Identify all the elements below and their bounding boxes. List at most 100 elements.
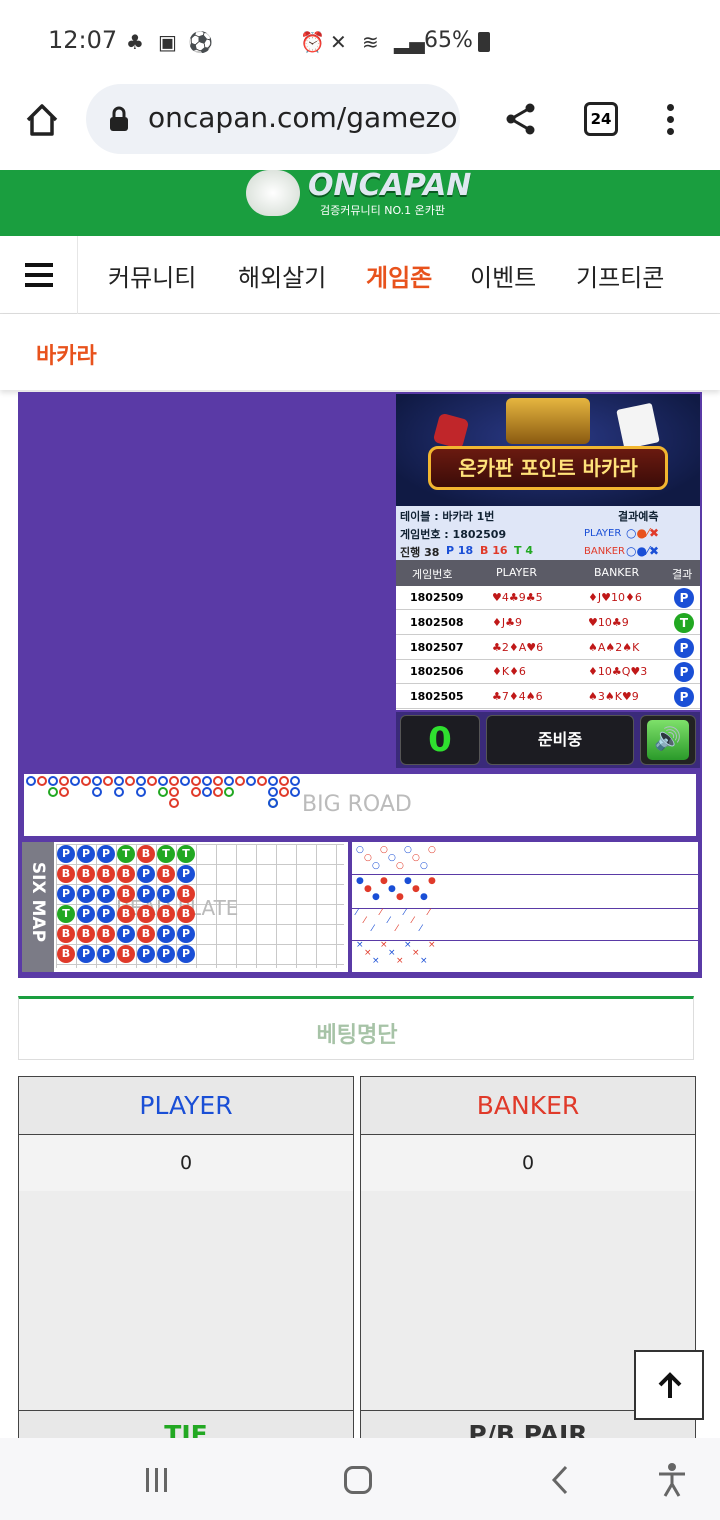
- derived-road-mark: ×: [372, 956, 380, 966]
- player-count: P 18: [446, 544, 474, 557]
- big-road-mark: [268, 776, 278, 786]
- accessibility-icon[interactable]: [656, 1462, 688, 1498]
- bead-mark: B: [157, 865, 175, 883]
- derived-road-mark: ○: [364, 853, 372, 863]
- history-banker-cards: ♦J♥10♦6: [588, 591, 642, 604]
- history-result-badge: P: [674, 588, 694, 608]
- big-road-mark: [103, 776, 113, 786]
- more-menu-icon[interactable]: [660, 102, 680, 138]
- nav-item-community[interactable]: 커뮤니티: [108, 258, 196, 293]
- logo-cards-icon: [246, 170, 300, 216]
- bead-mark: B: [117, 945, 135, 963]
- bead-mark: T: [57, 905, 75, 923]
- home-nav-icon[interactable]: [344, 1466, 372, 1494]
- url-field[interactable]: oncapan.com/gamezo: [86, 84, 460, 154]
- hamburger-menu-button[interactable]: [0, 236, 78, 314]
- soccer-icon: ⚽: [188, 30, 213, 54]
- logo-text: ONCAPAN: [308, 168, 472, 203]
- android-nav-bar: [0, 1438, 720, 1520]
- history-banker-cards: ♠3♠K♥9: [588, 690, 639, 704]
- nav-item-gamezone[interactable]: 게임존: [366, 258, 432, 293]
- derived-road-mark: ○: [412, 853, 420, 863]
- arrow-up-icon: [658, 1372, 682, 1398]
- url-text: oncapan.com/gamezo: [148, 101, 458, 134]
- history-round: 1802507: [410, 640, 464, 654]
- big-road-mark: [169, 798, 179, 808]
- bead-mark: T: [117, 845, 135, 863]
- big-road-label: BIG ROAD: [302, 792, 412, 817]
- bead-mark: B: [137, 845, 155, 863]
- derived-road-mark: ×: [428, 940, 436, 950]
- history-result-badge: T: [674, 612, 694, 633]
- derived-road-mark: ●: [420, 892, 428, 902]
- game-banner: 온카판 포인트 바카라: [396, 394, 700, 506]
- bead-mark: P: [177, 865, 195, 883]
- game-control-bar: 0 준비중 🔊: [396, 712, 700, 768]
- share-icon[interactable]: [504, 102, 538, 136]
- mute-icon: ✕: [330, 30, 347, 54]
- sound-button[interactable]: 🔊: [640, 715, 696, 765]
- home-icon[interactable]: [22, 100, 62, 140]
- cards-icon: [616, 402, 660, 450]
- derived-road-mark: ⁄: [380, 908, 382, 918]
- bead-mark: P: [97, 945, 115, 963]
- derived-roads-board: ○ ○ ○ ○ ○ ○ ○ ○ ○ ○ ● ● ● ● ● ● ● ● ● ● ⁄ ⁄ ⁄ ⁄ ⁄ ⁄ ⁄ ⁄ ⁄ ⁄ × × × × × × × × × ×: [352, 842, 698, 972]
- nav-item-gifticon[interactable]: 기프티콘: [576, 258, 664, 293]
- bead-mark: P: [157, 925, 175, 943]
- big-road-mark: [191, 776, 201, 786]
- history-row: 1802508 ♦J♣9 ♥10♣9 T: [396, 610, 700, 635]
- nav-item-overseas[interactable]: 해외살기: [238, 258, 326, 293]
- derived-road-mark: ⁄: [356, 908, 358, 918]
- scroll-to-top-button[interactable]: [634, 1350, 704, 1420]
- predict-banker-label: BANKER: [584, 546, 626, 557]
- derived-road-mark: ○: [356, 845, 364, 855]
- nav-item-event[interactable]: 이벤트: [470, 258, 536, 293]
- betting-list-title: 베팅명단: [316, 1023, 398, 1048]
- big-road-mark: [92, 776, 102, 786]
- player-bet-column: PLAYER 0: [18, 1076, 354, 1412]
- derived-road-mark: ●: [356, 876, 364, 886]
- big-road-mark: [202, 776, 212, 786]
- bead-mark: B: [77, 865, 95, 883]
- site-logo[interactable]: ONCAPAN 검증커뮤니티 NO.1 온카판: [246, 168, 476, 220]
- tie-count: T 4: [514, 544, 533, 557]
- status-bar: 12:07 ♣ ▣ ⚽ ⏰ ✕ ≋ ▂▄ 65%: [0, 0, 720, 84]
- game-status: 준비중: [486, 715, 634, 765]
- bead-mark: B: [177, 905, 195, 923]
- recent-apps-icon[interactable]: [144, 1466, 170, 1494]
- big-road-mark: [59, 776, 69, 786]
- lock-icon: [110, 106, 128, 131]
- bead-mark: P: [77, 905, 95, 923]
- history-player-cards: ♥4♣9♣5: [492, 591, 543, 604]
- bead-mark: B: [57, 925, 75, 943]
- bead-mark: P: [97, 905, 115, 923]
- tab-count-button[interactable]: 24: [584, 102, 618, 136]
- game-info: 테이블 : 바카라 1번 게임번호 : 1802509 진행 38 P 18 B…: [396, 506, 700, 560]
- derived-road-mark: ○: [372, 861, 380, 871]
- derived-road-mark: ×: [420, 956, 428, 966]
- history-round: 1802506: [410, 665, 464, 679]
- big-road-mark: [92, 787, 102, 797]
- bead-mark: P: [177, 925, 195, 943]
- big-road-mark: [136, 787, 146, 797]
- history-col-player: PLAYER: [496, 566, 537, 579]
- derived-road-mark: ×: [412, 948, 420, 958]
- speaker-icon: 🔊: [647, 720, 689, 760]
- history-player-cards: ♦J♣9: [492, 615, 522, 629]
- history-result-badge: P: [674, 637, 694, 658]
- bead-mark: P: [137, 885, 155, 903]
- alarm-icon: ⏰: [300, 30, 325, 54]
- derived-road-mark: ⁄: [412, 916, 414, 926]
- gallery-icon: ▣: [158, 30, 177, 54]
- sub-nav-baccarat[interactable]: 바카라: [36, 338, 97, 370]
- derived-road-mark: ●: [364, 884, 372, 894]
- big-road-mark: [290, 787, 300, 797]
- main-nav: 커뮤니티 해외살기 게임존 이벤트 기프티콘: [0, 236, 720, 314]
- signal-icon: ▂▄: [394, 30, 425, 54]
- bead-plate-grid: BEAD PLATE PBPTBBPBPPBPPBPPBPTBBBPBBPPBB…: [56, 844, 344, 968]
- big-road-mark: [158, 776, 168, 786]
- big-road-tie-mark: [224, 787, 234, 797]
- back-icon[interactable]: [548, 1464, 572, 1496]
- baccarat-game-panel: 온카판 포인트 바카라 테이블 : 바카라 1번 게임번호 : 1802509 …: [18, 392, 702, 978]
- derived-road-mark: ●: [372, 892, 380, 902]
